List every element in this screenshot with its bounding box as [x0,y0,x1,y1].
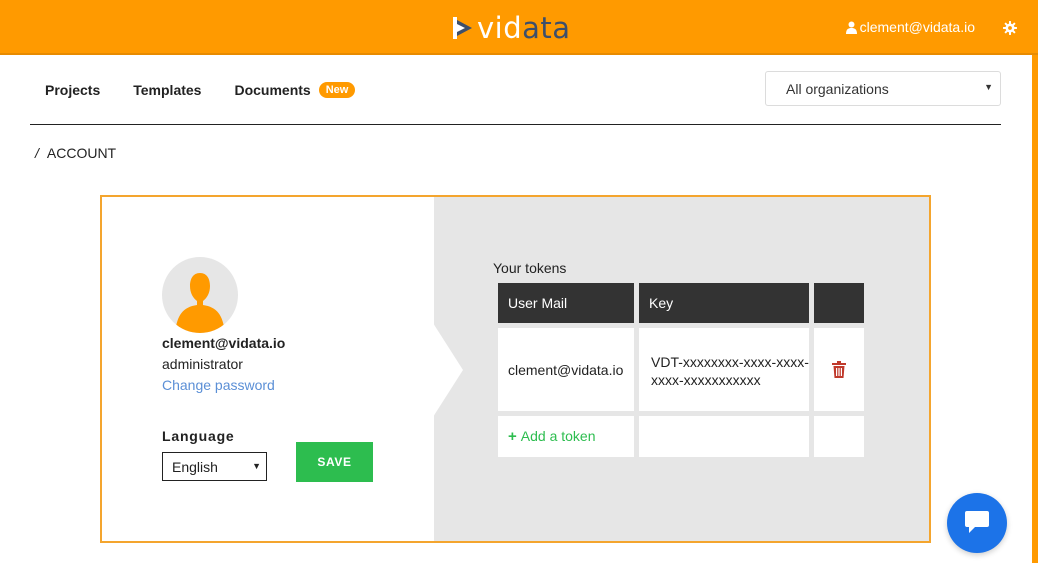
nav-documents-label: Documents [234,82,311,98]
gear-icon [1003,21,1017,35]
column-header-user-mail: User Mail [498,283,634,323]
top-bar: vidata clement@vidata.io [0,0,1038,55]
tokens-title: Your tokens [493,260,567,276]
logo-text: vidata [477,12,571,44]
logo-text-part2: ata [522,11,571,45]
account-card: clement@vidata.io administrator Change p… [100,195,931,543]
play-logo-icon [453,17,472,39]
nav-documents[interactable]: Documents New [234,82,356,98]
avatar-user-icon [175,273,225,333]
add-row-empty-cell [814,416,864,457]
change-password-link[interactable]: Change password [162,377,275,393]
new-badge: New [318,82,356,98]
right-edge-strip [1032,55,1038,563]
profile-role: administrator [162,356,243,372]
organization-select-value: All organizations [786,80,889,97]
column-header-key: Key [639,283,809,323]
main-nav: Projects Templates Documents New [45,82,356,98]
token-key-cell: VDT-xxxxxxxx-xxxx-xxxx-xxxx-xxxxxxxxxxx [639,328,809,411]
save-button[interactable]: SAVE [296,442,373,482]
profile-email: clement@vidata.io [162,335,286,351]
chat-button[interactable] [947,493,1007,553]
breadcrumb-current: ACCOUNT [46,145,117,161]
token-user-mail: clement@vidata.io [498,328,634,411]
trash-icon[interactable] [832,361,846,378]
chat-icon [965,511,989,533]
column-header-actions [814,283,864,323]
vidata-logo[interactable]: vidata [452,12,571,44]
language-select[interactable]: English ▼ [162,452,267,481]
language-label: Language [162,428,235,444]
language-select-value: English [172,458,218,475]
settings-button[interactable] [1003,21,1017,40]
add-token-button[interactable]: + Add a token [508,428,596,445]
nav-divider [30,124,1001,125]
user-icon [845,21,857,34]
caret-down-icon: ▼ [984,82,993,92]
breadcrumb-separator: / [35,145,39,161]
token-actions [814,328,864,411]
logo-text-part1: vid [477,11,523,45]
organization-select[interactable]: All organizations ▼ [765,71,1001,106]
avatar [162,257,238,333]
user-menu[interactable]: clement@vidata.io [845,19,975,35]
user-email: clement@vidata.io [859,19,975,35]
nav-projects[interactable]: Projects [45,82,100,98]
plus-icon: + [508,428,517,445]
caret-down-icon: ▼ [252,461,261,471]
add-row-empty-cell [639,416,809,457]
add-token-label: Add a token [520,428,596,444]
add-token-cell: + Add a token [498,416,634,457]
nav-templates[interactable]: Templates [133,82,201,98]
breadcrumb: / ACCOUNT [35,145,116,161]
panel-arrow [433,323,463,417]
token-key: VDT-xxxxxxxx-xxxx-xxxx-xxxx-xxxxxxxxxxx [651,353,809,388]
